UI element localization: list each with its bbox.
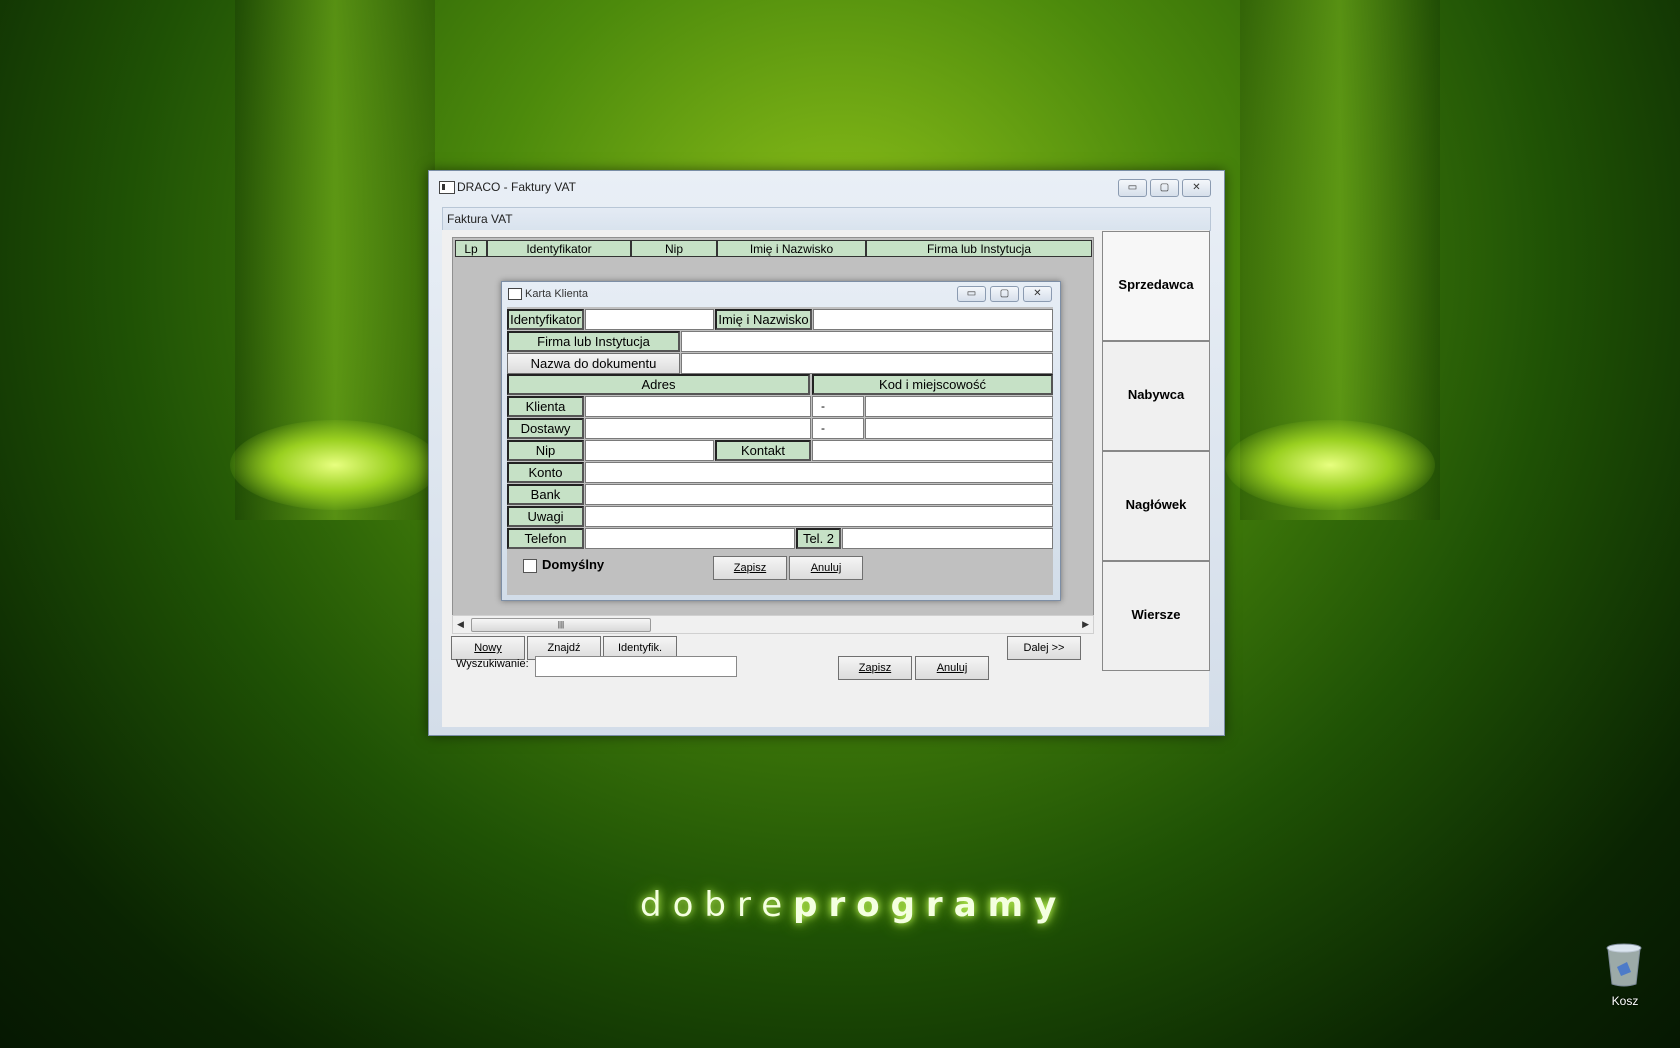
scroll-thumb[interactable]: ||| (471, 618, 651, 632)
identify-label: Identyfik. (617, 642, 663, 654)
main-window: DRACO - Faktury VAT ▭ ▢ ✕ Faktura VAT Lp… (428, 170, 1225, 736)
maximize-icon: ▢ (999, 288, 1010, 299)
maximize-icon: ▢ (1159, 182, 1170, 193)
dialog-minimize-button[interactable]: ▭ (957, 286, 986, 302)
tab-seller-label: Sprzedawca (1118, 277, 1194, 292)
bank-label: Bank (507, 484, 584, 505)
phone2-label: Tel. 2 (796, 528, 841, 549)
default-checkbox-label: Domyślny (542, 557, 605, 572)
name-label: Imię i Nazwisko (715, 309, 812, 330)
scroll-right-icon[interactable]: ▶ (1082, 619, 1089, 630)
delivery-postal-code-field[interactable]: - (812, 418, 864, 439)
notes-label: Uwagi (507, 506, 584, 527)
dialog-save-label: Zapisz (733, 562, 767, 574)
grid-header-name[interactable]: Imię i Nazwisko (717, 240, 866, 257)
client-card-dialog: Karta Klienta ▭ ▢ ✕ Identyfikator Imię i… (501, 281, 1061, 601)
cancel-button[interactable]: Anuluj (915, 656, 989, 680)
postal-header: Kod i miejscowość (812, 374, 1053, 395)
close-icon: ✕ (1192, 182, 1201, 193)
dialog-icon (508, 288, 522, 300)
tab-seller[interactable]: Sprzedawca (1102, 231, 1210, 341)
cancel-label: Anuluj (936, 662, 968, 674)
default-checkbox[interactable] (523, 559, 537, 573)
app-icon (439, 181, 455, 194)
document-name-button[interactable]: Nazwa do dokumentu (507, 353, 680, 374)
wallpaper-glow (230, 420, 440, 510)
delivery-address-label: Dostawy (507, 418, 584, 439)
dialog-close-button[interactable]: ✕ (1023, 286, 1052, 302)
search-label: Wyszukiwanie: (456, 658, 529, 670)
new-label: Nowy (474, 642, 502, 654)
save-button[interactable]: Zapisz (838, 656, 912, 680)
client-address-label: Klienta (507, 396, 584, 417)
window-title: DRACO - Faktury VAT (457, 180, 576, 194)
maximize-button[interactable]: ▢ (1150, 179, 1179, 197)
document-title-bar: Faktura VAT (442, 207, 1211, 231)
phone-label: Telefon (507, 528, 584, 549)
minimize-button[interactable]: ▭ (1118, 179, 1147, 197)
next-button[interactable]: Dalej >> (1007, 636, 1081, 660)
wallpaper-brand: dobreprogramy (640, 885, 1068, 925)
dialog-cancel-label: Anuluj (810, 562, 842, 574)
tab-buyer[interactable]: Nabywca (1102, 341, 1210, 451)
recycle-bin-icon[interactable] (1605, 942, 1643, 988)
nip-label: Nip (507, 440, 584, 461)
tab-buyer-label: Nabywca (1127, 387, 1185, 402)
invoice-panel: Lp Identyfikator Nip Imię i Nazwisko Fir… (442, 230, 1210, 727)
grid-header-lp[interactable]: Lp (455, 240, 487, 257)
next-label: Dalej >> (1023, 642, 1065, 654)
tab-header-label: Nagłówek (1125, 497, 1187, 512)
dialog-save-button[interactable]: Zapisz (713, 556, 787, 580)
company-field[interactable] (681, 331, 1053, 352)
delivery-city-field[interactable] (865, 418, 1053, 439)
dialog-title: Karta Klienta (525, 288, 588, 300)
identifier-label: Identyfikator (507, 309, 584, 330)
client-grid[interactable]: Lp Identyfikator Nip Imię i Nazwisko Fir… (452, 237, 1094, 619)
tab-header[interactable]: Nagłówek (1102, 451, 1210, 561)
dialog-body: Identyfikator Imię i Nazwisko Firma lub … (507, 307, 1053, 595)
delivery-address-field[interactable] (585, 418, 811, 439)
account-field[interactable] (585, 462, 1053, 483)
horizontal-scrollbar[interactable]: ◀ ||| ▶ (452, 615, 1094, 634)
document-name-field[interactable] (681, 353, 1053, 374)
address-header: Adres (507, 374, 810, 395)
contact-field[interactable] (812, 440, 1053, 461)
client-address-field[interactable] (585, 396, 811, 417)
grid-header-identifier[interactable]: Identyfikator (487, 240, 631, 257)
minimize-icon: ▭ (1127, 182, 1138, 193)
nip-field[interactable] (585, 440, 714, 461)
document-title: Faktura VAT (447, 212, 513, 226)
dialog-maximize-button[interactable]: ▢ (990, 286, 1019, 302)
recycle-bin-label: Kosz (1611, 994, 1639, 1008)
client-city-field[interactable] (865, 396, 1053, 417)
search-input[interactable] (535, 656, 737, 677)
save-label: Zapisz (858, 662, 892, 674)
phone-field[interactable] (585, 528, 795, 549)
new-button[interactable]: Nowy (451, 636, 525, 660)
company-label: Firma lub Instytucja (507, 331, 680, 352)
tab-lines[interactable]: Wiersze (1102, 561, 1210, 671)
find-label: Znajdź (547, 642, 581, 654)
scroll-left-icon[interactable]: ◀ (457, 619, 464, 630)
identifier-field[interactable] (585, 309, 714, 330)
client-postal-code-field[interactable]: - (812, 396, 864, 417)
grid-header-company[interactable]: Firma lub Instytucja (866, 240, 1092, 257)
name-field[interactable] (813, 309, 1053, 330)
close-icon: ✕ (1033, 288, 1042, 299)
grid-header-nip[interactable]: Nip (631, 240, 717, 257)
phone2-field[interactable] (842, 528, 1053, 549)
close-button[interactable]: ✕ (1182, 179, 1211, 197)
minimize-icon: ▭ (966, 288, 977, 299)
notes-field[interactable] (585, 506, 1053, 527)
dialog-cancel-button[interactable]: Anuluj (789, 556, 863, 580)
tab-lines-label: Wiersze (1131, 607, 1181, 622)
contact-label: Kontakt (715, 440, 811, 461)
bank-field[interactable] (585, 484, 1053, 505)
wallpaper-glow (1225, 420, 1435, 510)
account-label: Konto (507, 462, 584, 483)
